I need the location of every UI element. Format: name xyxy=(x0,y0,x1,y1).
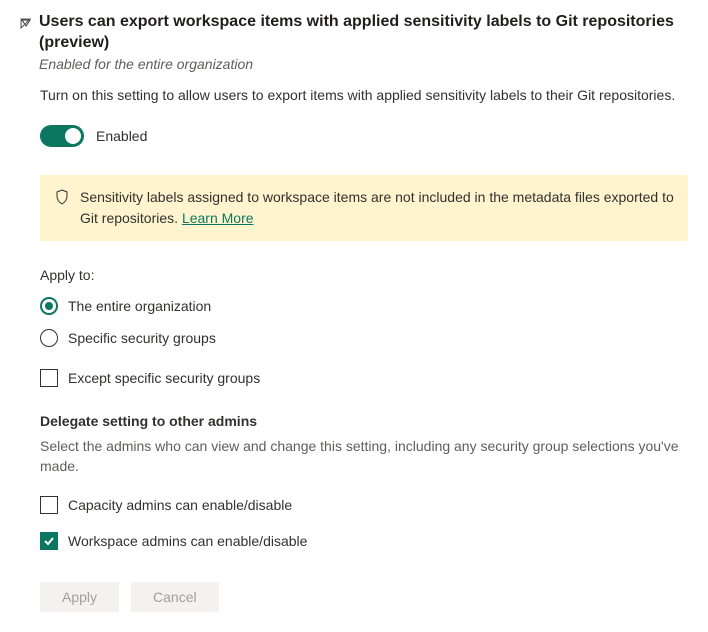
apply-button[interactable]: Apply xyxy=(40,582,119,612)
checkbox-capacity-admins[interactable] xyxy=(40,496,58,514)
radio-entire-organization[interactable] xyxy=(40,297,58,315)
setting-scope-subtitle: Enabled for the entire organization xyxy=(39,56,688,72)
checkbox-except-groups[interactable] xyxy=(40,369,58,387)
expand-triangle-icon[interactable] xyxy=(20,16,31,32)
shield-icon xyxy=(54,189,70,229)
delegate-heading: Delegate setting to other admins xyxy=(40,413,688,429)
radio-specific-groups-label: Specific security groups xyxy=(68,330,216,346)
checkbox-except-groups-label: Except specific security groups xyxy=(68,370,260,386)
radio-entire-organization-label: The entire organization xyxy=(68,298,211,314)
checkbox-workspace-admins[interactable] xyxy=(40,532,58,550)
setting-description: Turn on this setting to allow users to e… xyxy=(40,86,688,106)
checkbox-capacity-admins-label: Capacity admins can enable/disable xyxy=(68,497,292,513)
setting-title: Users can export workspace items with ap… xyxy=(39,12,688,54)
cancel-button[interactable]: Cancel xyxy=(131,582,219,612)
info-banner: Sensitivity labels assigned to workspace… xyxy=(40,175,688,241)
delegate-description: Select the admins who can view and chang… xyxy=(40,437,688,476)
enabled-toggle-label: Enabled xyxy=(96,128,147,144)
checkbox-workspace-admins-label: Workspace admins can enable/disable xyxy=(68,533,307,549)
enabled-toggle[interactable] xyxy=(40,125,84,147)
learn-more-link[interactable]: Learn More xyxy=(182,210,254,226)
radio-specific-groups[interactable] xyxy=(40,329,58,347)
banner-text: Sensitivity labels assigned to workspace… xyxy=(80,189,674,226)
apply-to-label: Apply to: xyxy=(40,267,688,283)
